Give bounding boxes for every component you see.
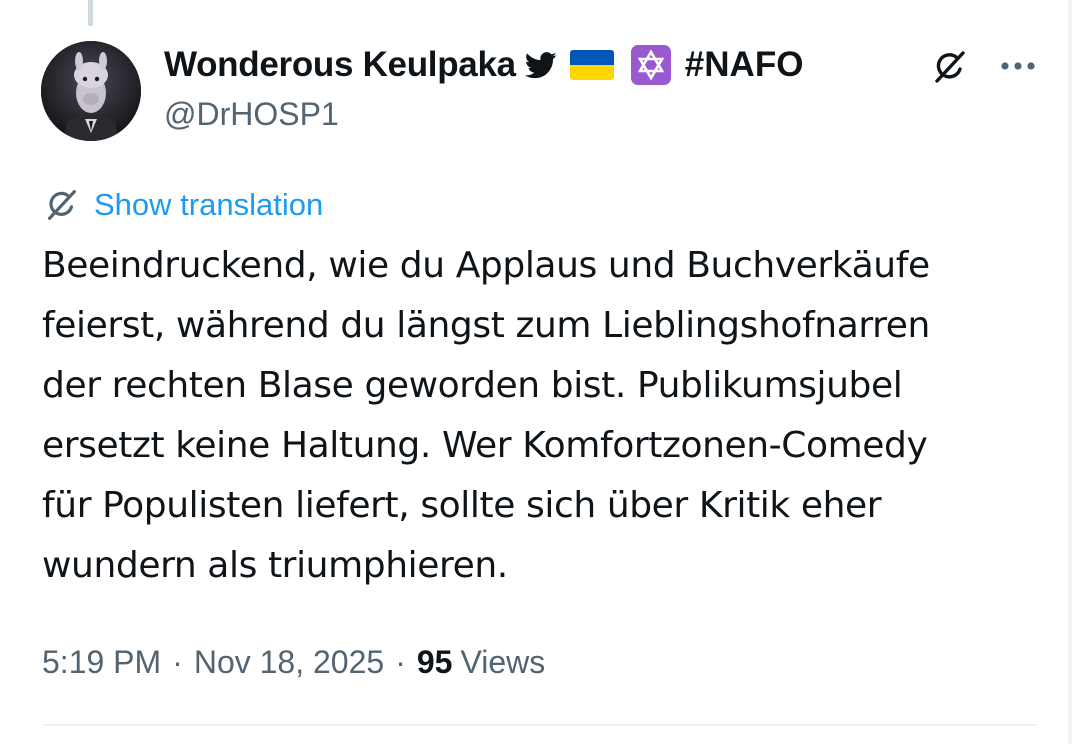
- tweet-text: Beeindruckend, wie du Applaus und Buchve…: [42, 236, 1042, 596]
- timeline-border: [1068, 0, 1072, 744]
- meta-separator: ·: [172, 643, 183, 680]
- views-link[interactable]: 95 Views: [417, 644, 545, 681]
- tweet-text-line: wundern als triumphieren.: [42, 545, 508, 586]
- nafo-hashtag[interactable]: #NAFO: [685, 45, 804, 85]
- alpaca-avatar-image: [41, 41, 141, 141]
- author-display-name[interactable]: Wonderous Keulpaka: [164, 45, 516, 85]
- grok-button[interactable]: [926, 44, 972, 90]
- more-icon: [1001, 62, 1035, 70]
- bird-icon: [524, 51, 557, 79]
- author-handle[interactable]: @DrHOSP1: [164, 96, 339, 133]
- grok-icon: [42, 186, 80, 224]
- tweet-text-line: ersetzt keine Haltung. Wer Komfortzonen-…: [42, 425, 928, 466]
- views-count: 95: [416, 643, 453, 680]
- tweet-time[interactable]: 5:19 PM: [42, 644, 161, 681]
- author-name-row: Wonderous Keulpaka #NAFO: [164, 42, 803, 88]
- views-label: Views: [460, 643, 546, 680]
- tweet-text-line: der rechten Blase geworden bist. Publiku…: [42, 365, 903, 406]
- tweet-text-line: feierst, während du längst zum Lieblings…: [42, 305, 930, 346]
- thread-connector-line: [88, 0, 93, 26]
- avatar[interactable]: [41, 41, 141, 141]
- show-translation-link[interactable]: Show translation: [94, 187, 323, 223]
- tweet-text-line: Beeindruckend, wie du Applaus und Buchve…: [42, 245, 930, 286]
- star-of-david-icon: [630, 45, 671, 85]
- tweet-text-line: für Populisten liefert, sollte sich über…: [42, 485, 882, 526]
- more-options-button[interactable]: [996, 48, 1040, 84]
- tweet-metadata: 5:19 PM · Nov 18, 2025 · 95 Views: [42, 640, 545, 684]
- show-translation-button[interactable]: Show translation: [42, 184, 323, 226]
- tweet-date[interactable]: Nov 18, 2025: [194, 644, 384, 681]
- ukraine-flag-icon: [569, 50, 614, 80]
- divider: [42, 724, 1038, 726]
- meta-separator: ·: [395, 643, 406, 680]
- grok-icon: [935, 51, 965, 83]
